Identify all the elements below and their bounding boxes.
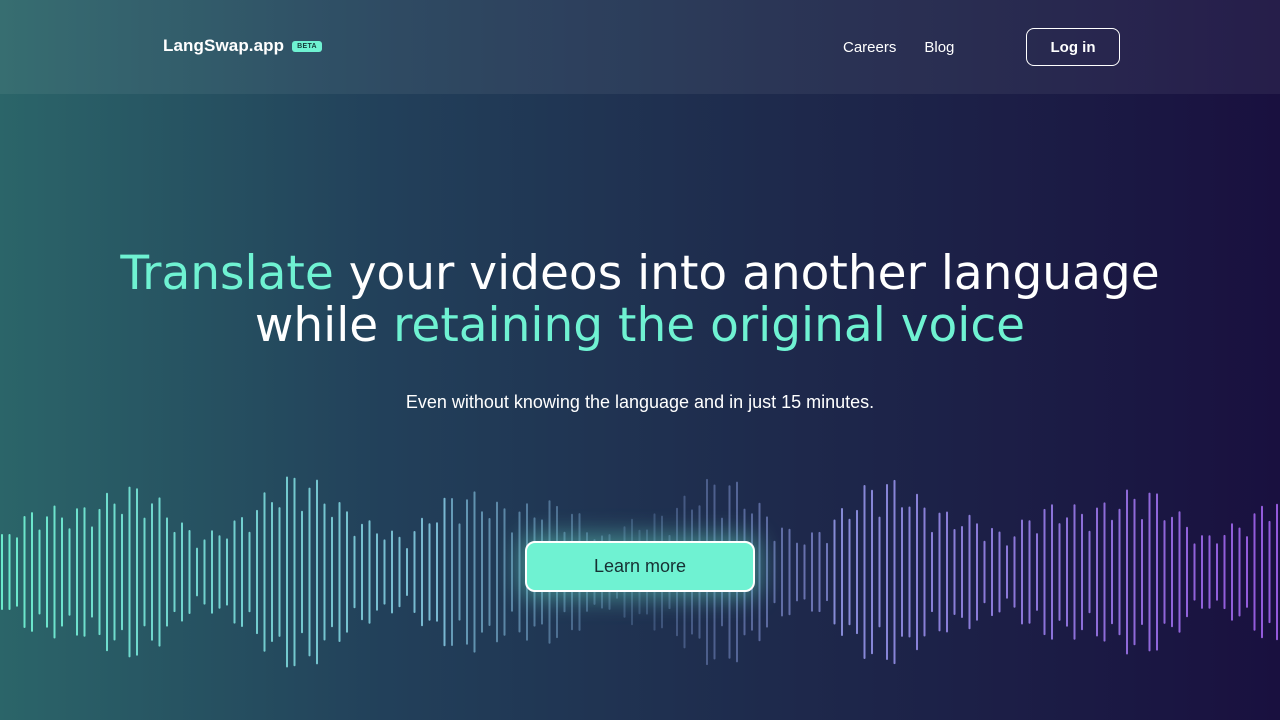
hero-subtitle: Even without knowing the language and in… [405, 392, 875, 412]
headline-line-1: Translate your videos into another langu… [0, 248, 1280, 300]
nav-link-blog[interactable]: Blog [924, 39, 954, 56]
brand[interactable]: LangSwap.app BETA [163, 36, 322, 56]
main-nav: Careers Blog [843, 39, 954, 56]
hero-headline: Translate your videos into another langu… [0, 248, 1280, 352]
learn-more-button[interactable]: Learn more [525, 541, 755, 592]
headline-accent-translate: Translate [120, 246, 334, 301]
nav-link-careers[interactable]: Careers [843, 39, 896, 56]
headline-line-2: while retaining the original voice [0, 300, 1280, 352]
headline-line-1-rest: your videos into another language [333, 246, 1160, 301]
login-button[interactable]: Log in [1026, 28, 1120, 66]
beta-badge: BETA [292, 40, 322, 52]
headline-line-2-plain: while [254, 298, 394, 353]
top-navigation-bar: LangSwap.app BETA Careers Blog Log in [0, 0, 1280, 94]
brand-name[interactable]: LangSwap.app [163, 36, 284, 56]
headline-accent-voice: retaining the original voice [393, 298, 1026, 353]
